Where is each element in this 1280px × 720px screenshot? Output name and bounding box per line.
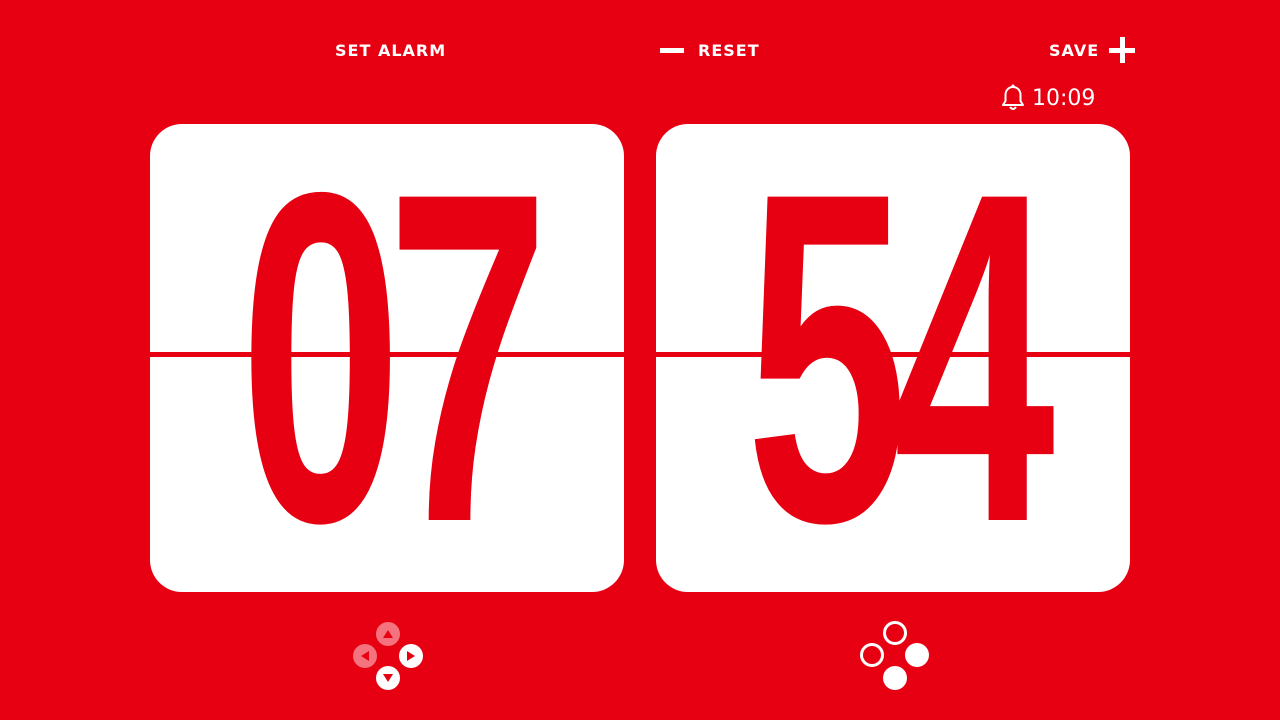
face-button-top[interactable]: [883, 621, 907, 645]
reset-button[interactable]: RESET: [660, 38, 760, 62]
triangle-down-icon: [383, 674, 393, 682]
dpad-up-button[interactable]: [376, 622, 400, 646]
save-label: SAVE: [1049, 40, 1100, 60]
plus-icon: [1109, 37, 1136, 63]
dpad-down-button[interactable]: [376, 666, 400, 690]
minutes-flip-card: 54: [656, 124, 1130, 592]
flip-divider: [150, 352, 624, 357]
alarm-time: 10:09: [1032, 85, 1096, 111]
hours-flip-card: 07: [150, 124, 624, 592]
face-button-bottom[interactable]: [883, 666, 907, 690]
minutes-digits: 54: [745, 124, 1055, 592]
dpad-controls: [352, 620, 426, 692]
face-button-right[interactable]: [905, 643, 929, 667]
bell-icon: [1002, 84, 1024, 110]
set-alarm-label: SET ALARM: [335, 40, 447, 60]
triangle-left-icon: [361, 651, 369, 661]
save-button[interactable]: SAVE: [1049, 37, 1136, 63]
triangle-right-icon: [407, 651, 415, 661]
alarm-indicator: 10:09: [1000, 84, 1095, 112]
flip-clock-app: SET ALARM RESET SAVE 10:09 07 54: [0, 0, 1280, 720]
face-button-controls: [858, 620, 934, 692]
flip-divider: [656, 352, 1130, 357]
hours-digits: 07: [239, 124, 549, 592]
dpad-right-button[interactable]: [399, 644, 423, 668]
set-alarm-button[interactable]: SET ALARM: [335, 38, 446, 62]
triangle-up-icon: [383, 630, 393, 638]
dpad-left-button[interactable]: [353, 644, 377, 668]
reset-label: RESET: [698, 40, 760, 60]
face-button-left[interactable]: [860, 643, 884, 667]
minus-icon: [660, 47, 684, 53]
